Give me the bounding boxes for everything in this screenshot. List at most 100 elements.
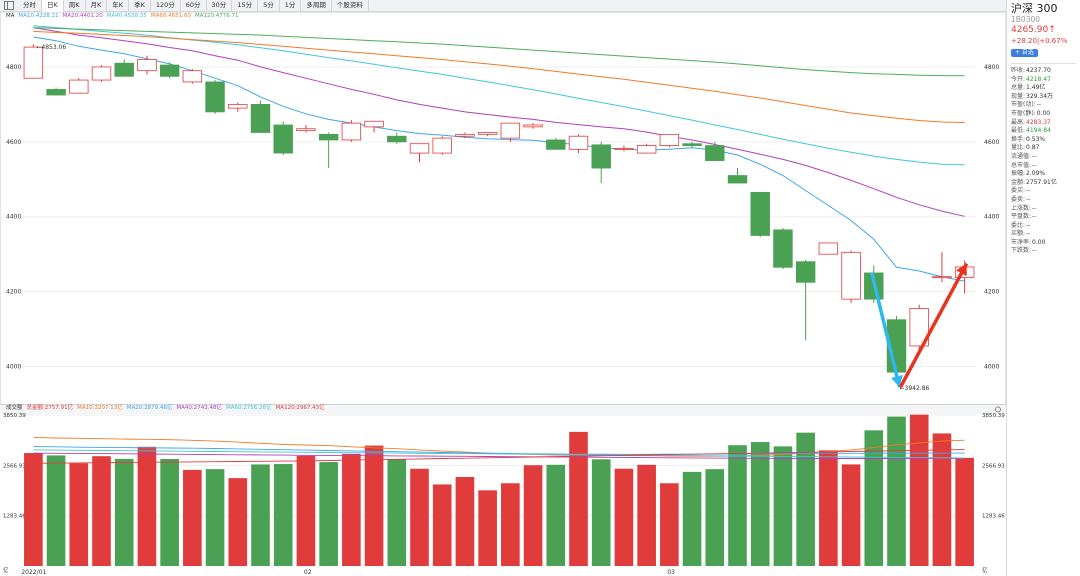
- price-ma-line-ma60: [33, 30, 965, 123]
- volume-bar: [637, 464, 656, 566]
- legend-entry: MA40:4538.35: [106, 13, 147, 19]
- quote-stat-row: 委买: --: [1011, 187, 1076, 196]
- left-panel-toggle-icon[interactable]: [4, 1, 14, 10]
- volume-tick-label-left: 3850.39: [3, 413, 26, 419]
- price-tick-label-right: 4000: [984, 364, 999, 371]
- tab-13[interactable]: 个股资料: [332, 0, 369, 12]
- candle-body: [432, 137, 452, 154]
- candle-body: [546, 139, 566, 150]
- quote-stat-value: 4237.70: [1026, 67, 1051, 74]
- volume-bar: [614, 468, 634, 566]
- legend-entry: MA20:4401.20: [62, 13, 103, 19]
- volume-bar: [682, 471, 702, 566]
- candle-body: [659, 133, 680, 146]
- candle-body: [114, 62, 134, 77]
- quote-stat-label: 买额:: [1011, 230, 1026, 238]
- quote-stat-value: --: [1026, 230, 1031, 238]
- candle-body: [568, 135, 589, 150]
- volume-bar: [296, 455, 316, 566]
- tab-12[interactable]: 多周期: [301, 0, 332, 12]
- legend-entry: MA10:4228.21: [18, 13, 59, 19]
- quote-stat-value: --: [1032, 161, 1037, 169]
- volume-bar: [342, 453, 361, 566]
- tab-9[interactable]: 15分: [232, 0, 259, 12]
- quote-stat-row: 流通值: --: [1011, 153, 1076, 162]
- volume-bar: [841, 464, 861, 566]
- volume-bar: [432, 484, 452, 566]
- candle-body: [727, 175, 748, 184]
- candle-body: [795, 261, 816, 283]
- legend-entry: MA60:4651.60: [150, 13, 191, 19]
- quote-stat-row: 最低: 4194.84: [1011, 127, 1076, 136]
- volume-bar: [455, 476, 475, 566]
- quote-stat-value: 0.53%: [1026, 135, 1046, 143]
- volume-tick-label-right: 亿: [982, 566, 988, 574]
- quote-stat-label: 振幅:: [1011, 170, 1026, 178]
- quote-stat-row: 委卖: --: [1011, 196, 1076, 205]
- candle-body: [69, 79, 89, 94]
- candle-body: [636, 145, 657, 154]
- toolbar: 分时日K周K月K年K季K120分60分30分15分5分1分多周期个股资料 显示 …: [0, 0, 1080, 12]
- tab-1[interactable]: 日K: [42, 0, 64, 12]
- quote-stat-value: --: [1026, 221, 1031, 229]
- volume-bar: [251, 464, 270, 566]
- candle-body: [932, 276, 952, 279]
- divider: [1011, 63, 1076, 64]
- quote-stat-label: 市盈(动):: [1011, 101, 1036, 109]
- quote-stat-value: 0.00: [1032, 238, 1046, 246]
- kline-chart-area[interactable]: 4000 4000 4200 4200 4400 4400 4600 4600 4800 4800…: [0, 12, 1006, 576]
- volume-tick-label-right: 1283.46: [982, 514, 1005, 520]
- quote-stat-row: 总市值: --: [1011, 162, 1076, 171]
- volume-bar: [410, 468, 429, 566]
- tab-6[interactable]: 120分: [151, 0, 181, 12]
- candle-body: [455, 133, 475, 137]
- volume-tick-label-right: 2566.93: [982, 463, 1005, 469]
- add-watchlist-button[interactable]: + 自选: [1011, 49, 1038, 57]
- quote-stat-label: 量比:: [1011, 144, 1026, 152]
- price-tick-label-right: 4600: [984, 139, 999, 146]
- candle-body: [137, 59, 157, 72]
- quote-stat-row: 平盘数: --: [1011, 213, 1076, 222]
- volume-tick-label-left: 2566.93: [3, 463, 26, 469]
- tab-0[interactable]: 分时: [18, 0, 42, 12]
- last-price: 4265.90↑: [1011, 25, 1056, 35]
- quote-stat-row: 量比: 0.87: [1011, 144, 1076, 153]
- volume-bar: [569, 431, 588, 566]
- quote-stat-row: 上涨数: --: [1011, 205, 1076, 214]
- legend-entry: MA10:3207.13亿: [77, 405, 123, 411]
- tab-3[interactable]: 月K: [86, 0, 108, 12]
- tab-5[interactable]: 季K: [129, 0, 151, 12]
- quote-stat-row: 昨收: 4237.70: [1011, 67, 1076, 76]
- candle-body: [159, 64, 180, 77]
- tab-4[interactable]: 年K: [107, 0, 130, 12]
- candle-body: [705, 145, 725, 161]
- index-code: 1B0300: [1011, 15, 1041, 24]
- quote-stat-value: 4194.84: [1026, 127, 1051, 135]
- tab-2[interactable]: 周K: [64, 0, 86, 12]
- volume-bar: [819, 450, 838, 566]
- price-tick-label-left: 4600: [6, 139, 21, 146]
- volume-bar: [160, 458, 179, 566]
- quote-stat-row: 今开: 4218.47: [1011, 76, 1076, 85]
- candle-body: [318, 133, 339, 141]
- legend-entry: MA20:2879.46亿: [126, 405, 173, 411]
- tab-7[interactable]: 60分: [181, 0, 207, 12]
- volume-tick-label-left: 亿: [3, 566, 9, 574]
- legend-entry: 总金额:2757.91亿: [26, 405, 74, 411]
- price-tick-label-right: 4200: [984, 289, 999, 296]
- tab-11[interactable]: 1分: [280, 0, 302, 12]
- quote-stat-row: 下跌数: --: [1011, 247, 1076, 256]
- price-ma-legend: MA MA10:4228.21 MA20:4401.20 MA40:4538.35 MA…: [6, 12, 239, 21]
- period-tabs: 分时 日K 周K 月K 年K 季K 120分 60分 30分 15分 5分 1分 多周期 个股资料: [18, 0, 369, 12]
- x-tick-label: 02: [304, 569, 312, 576]
- tab-10[interactable]: 5分: [258, 0, 280, 12]
- volume-bar: [955, 457, 974, 566]
- candle-body: [250, 103, 271, 133]
- x-tick-label: 03: [667, 569, 675, 576]
- volume-bar: [887, 416, 906, 566]
- quote-stat-row: 委比: --: [1011, 222, 1076, 231]
- volume-bar: [523, 465, 543, 566]
- quote-stat-label: 平盘数:: [1011, 213, 1032, 221]
- tab-8[interactable]: 30分: [207, 0, 233, 12]
- volume-bar: [501, 483, 520, 566]
